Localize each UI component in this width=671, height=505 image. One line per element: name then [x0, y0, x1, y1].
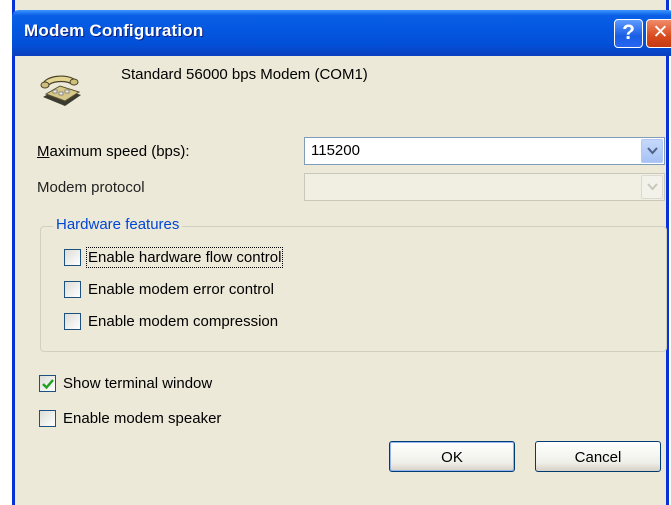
checkmark-icon	[42, 379, 54, 390]
modem-protocol-dropdown-button	[641, 175, 663, 199]
modem-protocol-label: Modem protocol	[37, 179, 145, 196]
maximum-speed-value: 115200	[311, 142, 360, 159]
help-button[interactable]: ?	[614, 19, 643, 48]
modem-error-control-checkbox[interactable]	[64, 281, 81, 298]
modem-speaker-checkbox[interactable]	[39, 410, 56, 427]
modem-error-control-label[interactable]: Enable modem error control	[88, 281, 274, 298]
modem-protocol-select	[304, 173, 665, 201]
show-terminal-window-checkbox[interactable]	[39, 375, 56, 392]
modem-configuration-dialog: Modem Configuration ? ✕ Standard 56000 b…	[12, 0, 671, 505]
show-terminal-window-option[interactable]: Show terminal window	[39, 375, 212, 392]
hardware-features-group: Hardware features Enable hardware flow c…	[40, 216, 667, 352]
modem-speaker-label[interactable]: Enable modem speaker	[63, 410, 221, 427]
chevron-down-icon	[647, 147, 658, 155]
hardware-features-title: Hardware features	[53, 216, 183, 233]
maximum-speed-label-text: aximum speed (bps):	[49, 143, 190, 160]
modem-name: Standard 56000 bps Modem (COM1)	[121, 66, 368, 83]
modem-speaker-option[interactable]: Enable modem speaker	[39, 410, 221, 427]
modem-compression-checkbox[interactable]	[64, 313, 81, 330]
maximum-speed-label-accel: M	[37, 143, 50, 160]
hardware-flow-control-label[interactable]: Enable hardware flow control	[85, 247, 284, 268]
maximum-speed-select[interactable]: 115200	[304, 137, 665, 165]
modem-compression-label[interactable]: Enable modem compression	[88, 313, 278, 330]
hardware-flow-control-checkbox[interactable]	[64, 249, 81, 266]
modem-compression-option[interactable]: Enable modem compression	[64, 313, 278, 330]
show-terminal-window-label[interactable]: Show terminal window	[63, 375, 212, 392]
hardware-flow-control-option[interactable]: Enable hardware flow control	[64, 247, 284, 268]
modem-error-control-option[interactable]: Enable modem error control	[64, 281, 274, 298]
close-icon: ✕	[652, 22, 669, 43]
maximum-speed-dropdown-button[interactable]	[641, 139, 663, 163]
close-button[interactable]: ✕	[646, 19, 671, 48]
window-title: Modem Configuration	[24, 21, 204, 40]
telephone-modem-icon	[40, 75, 81, 106]
maximum-speed-label: Maximum speed (bps):	[37, 143, 190, 160]
ok-button[interactable]: OK	[389, 441, 515, 472]
help-icon: ?	[622, 21, 635, 44]
cancel-button[interactable]: Cancel	[535, 441, 661, 472]
title-bar[interactable]: Modem Configuration ? ✕	[12, 10, 671, 56]
chevron-down-icon	[647, 183, 658, 191]
